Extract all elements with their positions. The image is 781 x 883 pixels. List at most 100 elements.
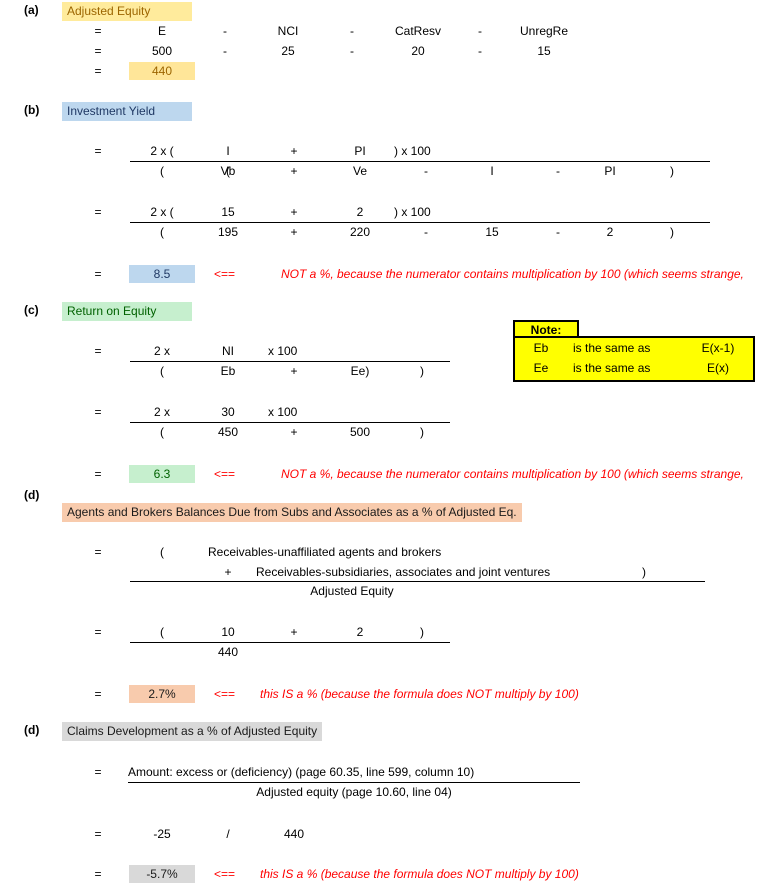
section-c-arrow: <==: [214, 467, 236, 481]
section-c-eq-symbolic: =: [94, 344, 102, 358]
section-b-sym-num-a: I: [226, 144, 230, 158]
section-b-num-num-b: 2: [356, 205, 364, 219]
note-box-header: Note:: [513, 320, 579, 338]
section-d1-num-num-close: ): [420, 625, 424, 639]
section-b-note: NOT a %, because the numerator contains …: [281, 267, 744, 281]
section-c-num-den-op: +: [290, 425, 298, 439]
section-a-title: Adjusted Equity: [62, 2, 192, 21]
section-c-num-den-close: ): [420, 425, 424, 439]
section-b-title: Investment Yield: [62, 102, 192, 121]
section-d1-title: Agents and Brokers Balances Due from Sub…: [62, 503, 522, 522]
section-c-note: NOT a %, because the numerator contains …: [281, 467, 744, 481]
section-a-op-1b: -: [223, 44, 227, 58]
section-d2-sym-den: Adjusted equity (page 10.60, line 04): [256, 785, 452, 799]
section-c-sym-den-op: +: [290, 364, 298, 378]
section-d1-marker: (d): [24, 488, 40, 502]
section-b-num-num-lead: 2 x (: [150, 205, 174, 219]
section-d1-num-den: 440: [217, 645, 239, 659]
section-b-sym-den-d: PI: [604, 164, 616, 178]
section-b-sym-den-close: ): [670, 164, 674, 178]
section-b-eq-numeric: =: [94, 205, 102, 219]
section-d1-sym-num-line1: Receivables-unaffiliated agents and brok…: [208, 545, 442, 559]
section-a-title-label: Adjusted Equity: [62, 2, 192, 21]
note-row-1-phrase: is the same as: [573, 361, 651, 375]
section-a-marker: (a): [24, 3, 39, 17]
section-b-num-den-c: 15: [485, 225, 499, 239]
section-d1-num-num-b: 2: [356, 625, 364, 639]
section-a-eq-2: =: [94, 44, 102, 58]
section-b-marker: (b): [24, 103, 40, 117]
section-d2-eq-numeric: =: [94, 827, 102, 841]
section-d1-sym-num-lead: (: [160, 545, 164, 559]
section-c-sym-den-lead: (: [160, 364, 164, 378]
section-b-num-den-b: 220: [349, 225, 371, 239]
section-d2-sym-num: Amount: excess or (deficiency) (page 60.…: [128, 765, 475, 779]
section-b-sym-den-paren: (: [160, 164, 164, 178]
section-a-value-catresv: 20: [411, 44, 425, 58]
section-a-var-e: E: [157, 24, 166, 38]
section-d2-num-value: -25: [153, 827, 171, 841]
section-d1-num-num-a: 10: [221, 625, 235, 639]
section-d1-result: 2.7%: [129, 685, 195, 703]
section-b-num-den-op2: -: [424, 225, 428, 239]
section-d1-num-num-lead: (: [160, 625, 164, 639]
section-d2-eq-symbolic: =: [94, 765, 102, 779]
section-b-sym-num-lead: 2 x (: [150, 144, 174, 158]
section-b-sym-num-op: +: [290, 144, 298, 158]
section-b-num-den-d: 2: [606, 225, 614, 239]
section-b-sym-den-b: Ve: [352, 164, 367, 178]
section-d2-eq-result: =: [94, 867, 102, 881]
note-row-0-phrase: is the same as: [573, 341, 651, 355]
section-d2-arrow: <==: [214, 867, 236, 881]
section-d1-sym-num-close: ): [642, 565, 646, 579]
section-b-num-num-close: ) x 100: [394, 205, 431, 219]
section-a-value-e: 500: [151, 44, 173, 58]
section-d1-note: this IS a % (because the formula does NO…: [260, 687, 579, 701]
section-c-sym-den-a: Eb: [220, 364, 236, 378]
section-d1-title-label: Agents and Brokers Balances Due from Sub…: [62, 503, 522, 522]
section-b-sym-den-a: Vb: [220, 164, 236, 178]
section-b-sym-den-op2: -: [424, 164, 428, 178]
section-b-sym-num-close: ) x 100: [394, 144, 431, 158]
section-b-num-den-paren: (: [160, 225, 164, 239]
section-d1-sym-num-line2: Receivables-subsidiaries, associates and…: [256, 565, 551, 579]
section-d1-sym-den: Adjusted Equity: [310, 584, 394, 598]
section-a-var-catresv: CatResv: [394, 24, 441, 38]
section-a-var-nci: NCI: [277, 24, 299, 38]
note-row-1-term: Ee: [533, 361, 549, 375]
section-b-eq-symbolic: =: [94, 144, 102, 158]
section-d2-note: this IS a % (because the formula does NO…: [260, 867, 579, 881]
section-b-num-num-a: 15: [221, 205, 235, 219]
section-a-op-1: -: [223, 24, 227, 38]
section-c-sym-num-close: x 100: [268, 344, 298, 358]
section-d1-eq-result: =: [94, 687, 102, 701]
section-c-fraction-bar-symbolic: [130, 361, 450, 362]
section-a-op-2: -: [350, 24, 354, 38]
section-c-num-num-lead: 2 x: [153, 405, 170, 419]
section-c-fraction-bar-numeric: [130, 422, 450, 423]
section-b-sym-den-op1: +: [290, 164, 298, 178]
section-d2-num-den: 440: [283, 827, 305, 841]
section-c-sym-num-lead: 2 x: [153, 344, 170, 358]
section-c-num-den-lead: (: [160, 425, 164, 439]
section-d1-eq-numeric: =: [94, 625, 102, 639]
section-c-num-num-a: 30: [221, 405, 235, 419]
section-d1-sym-num-op: +: [224, 565, 232, 579]
note-row-1-equiv: E(x): [707, 361, 729, 375]
section-a-op-3: -: [478, 24, 482, 38]
section-c-sym-den-close: ): [420, 364, 424, 378]
section-c-sym-den-b: Ee): [350, 364, 370, 378]
section-a-eq-3: =: [94, 64, 102, 78]
section-b-result: 8.5: [129, 265, 195, 283]
section-b-fraction-bar-symbolic: [130, 161, 710, 162]
section-d2-fraction-bar: [128, 782, 580, 783]
section-a-var-unregre: UnregRe: [519, 24, 569, 38]
section-a-op-2b: -: [350, 44, 354, 58]
section-c-title-label: Return on Equity: [62, 302, 192, 321]
note-row-0-equiv: E(x-1): [701, 341, 735, 355]
section-d1-fraction-bar-symbolic: [130, 581, 705, 582]
section-c-eq-result: =: [94, 467, 102, 481]
section-b-num-den-a: 195: [217, 225, 239, 239]
section-c-num-den-a: 450: [217, 425, 239, 439]
section-b-sym-num-b: PI: [354, 144, 366, 158]
